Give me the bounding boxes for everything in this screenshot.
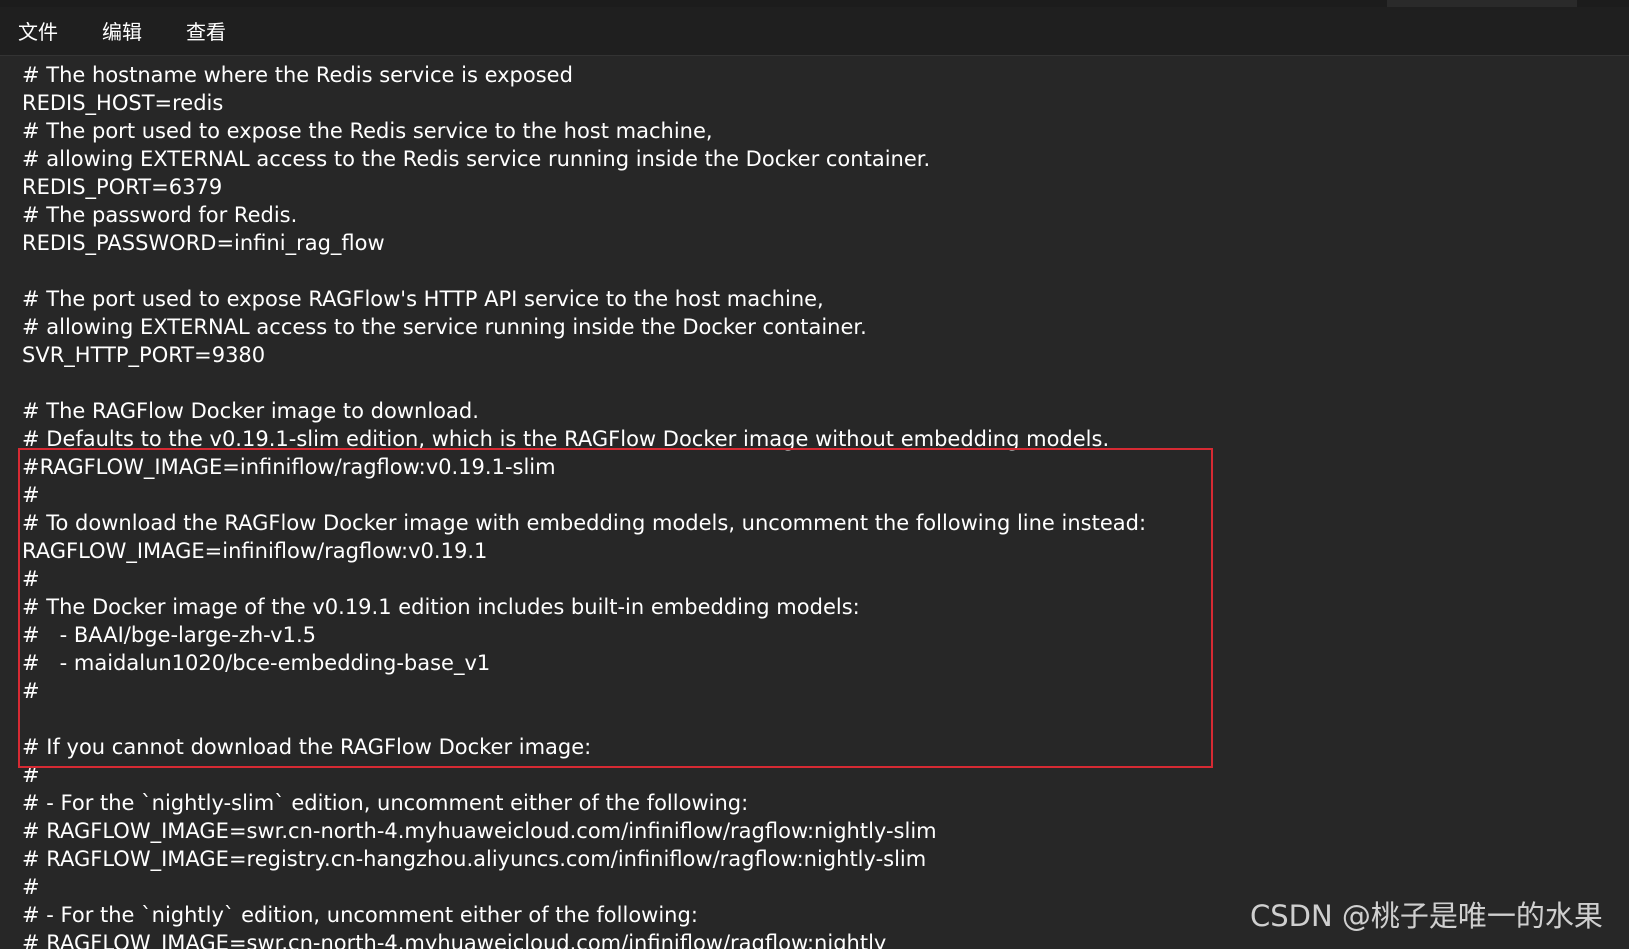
editor-line[interactable]: # The port used to expose RAGFlow's HTTP… bbox=[22, 285, 1146, 313]
editor-line[interactable] bbox=[22, 705, 1146, 733]
editor-line[interactable] bbox=[22, 369, 1146, 397]
menu-file[interactable]: 文件 bbox=[18, 18, 58, 46]
editor-line[interactable]: # bbox=[22, 761, 1146, 789]
window-top-strip-gap bbox=[1387, 0, 1577, 7]
menu-view[interactable]: 查看 bbox=[186, 18, 226, 46]
editor-line[interactable]: # bbox=[22, 873, 1146, 901]
text-editor[interactable]: # The hostname where the Redis service i… bbox=[0, 56, 1629, 949]
editor-line[interactable]: # RAGFLOW_IMAGE=swr.cn-north-4.myhuaweic… bbox=[22, 817, 1146, 845]
editor-line[interactable]: # If you cannot download the RAGFlow Doc… bbox=[22, 733, 1146, 761]
editor-line[interactable]: # The hostname where the Redis service i… bbox=[22, 61, 1146, 89]
editor-line[interactable]: # RAGFLOW_IMAGE=registry.cn-hangzhou.ali… bbox=[22, 845, 1146, 873]
editor-line[interactable]: # Defaults to the v0.19.1-slim edition, … bbox=[22, 425, 1146, 453]
editor-line[interactable]: # allowing EXTERNAL access to the servic… bbox=[22, 313, 1146, 341]
editor-line[interactable]: # The Docker image of the v0.19.1 editio… bbox=[22, 593, 1146, 621]
editor-line[interactable]: # RAGFLOW_IMAGE=swr.cn-north-4.myhuaweic… bbox=[22, 929, 1146, 949]
editor-line[interactable]: # The RAGFlow Docker image to download. bbox=[22, 397, 1146, 425]
editor-line[interactable]: RAGFLOW_IMAGE=infiniflow/ragflow:v0.19.1 bbox=[22, 537, 1146, 565]
editor-line[interactable]: REDIS_PASSWORD=infini_rag_flow bbox=[22, 229, 1146, 257]
editor-line[interactable] bbox=[22, 257, 1146, 285]
editor-line[interactable]: # - BAAI/bge-large-zh-v1.5 bbox=[22, 621, 1146, 649]
editor-line[interactable]: # - maidalun1020/bce-embedding-base_v1 bbox=[22, 649, 1146, 677]
csdn-watermark: CSDN @桃子是唯一的水果 bbox=[1250, 899, 1603, 933]
editor-lines: # The hostname where the Redis service i… bbox=[22, 61, 1146, 949]
menu-bar: 文件 编辑 查看 bbox=[0, 7, 1629, 56]
editor-line[interactable]: # allowing EXTERNAL access to the Redis … bbox=[22, 145, 1146, 173]
editor-line[interactable]: # - For the `nightly` edition, uncomment… bbox=[22, 901, 1146, 929]
window-top-strip bbox=[0, 0, 1629, 7]
editor-line[interactable]: # To download the RAGFlow Docker image w… bbox=[22, 509, 1146, 537]
menu-edit[interactable]: 编辑 bbox=[102, 18, 142, 46]
editor-line[interactable]: SVR_HTTP_PORT=9380 bbox=[22, 341, 1146, 369]
editor-line[interactable]: # bbox=[22, 481, 1146, 509]
editor-line[interactable]: # bbox=[22, 565, 1146, 593]
editor-line[interactable]: # The port used to expose the Redis serv… bbox=[22, 117, 1146, 145]
editor-line[interactable]: REDIS_PORT=6379 bbox=[22, 173, 1146, 201]
editor-line[interactable]: REDIS_HOST=redis bbox=[22, 89, 1146, 117]
editor-line[interactable]: # - For the `nightly-slim` edition, unco… bbox=[22, 789, 1146, 817]
editor-line[interactable]: # bbox=[22, 677, 1146, 705]
editor-line[interactable]: #RAGFLOW_IMAGE=infiniflow/ragflow:v0.19.… bbox=[22, 453, 1146, 481]
editor-line[interactable]: # The password for Redis. bbox=[22, 201, 1146, 229]
